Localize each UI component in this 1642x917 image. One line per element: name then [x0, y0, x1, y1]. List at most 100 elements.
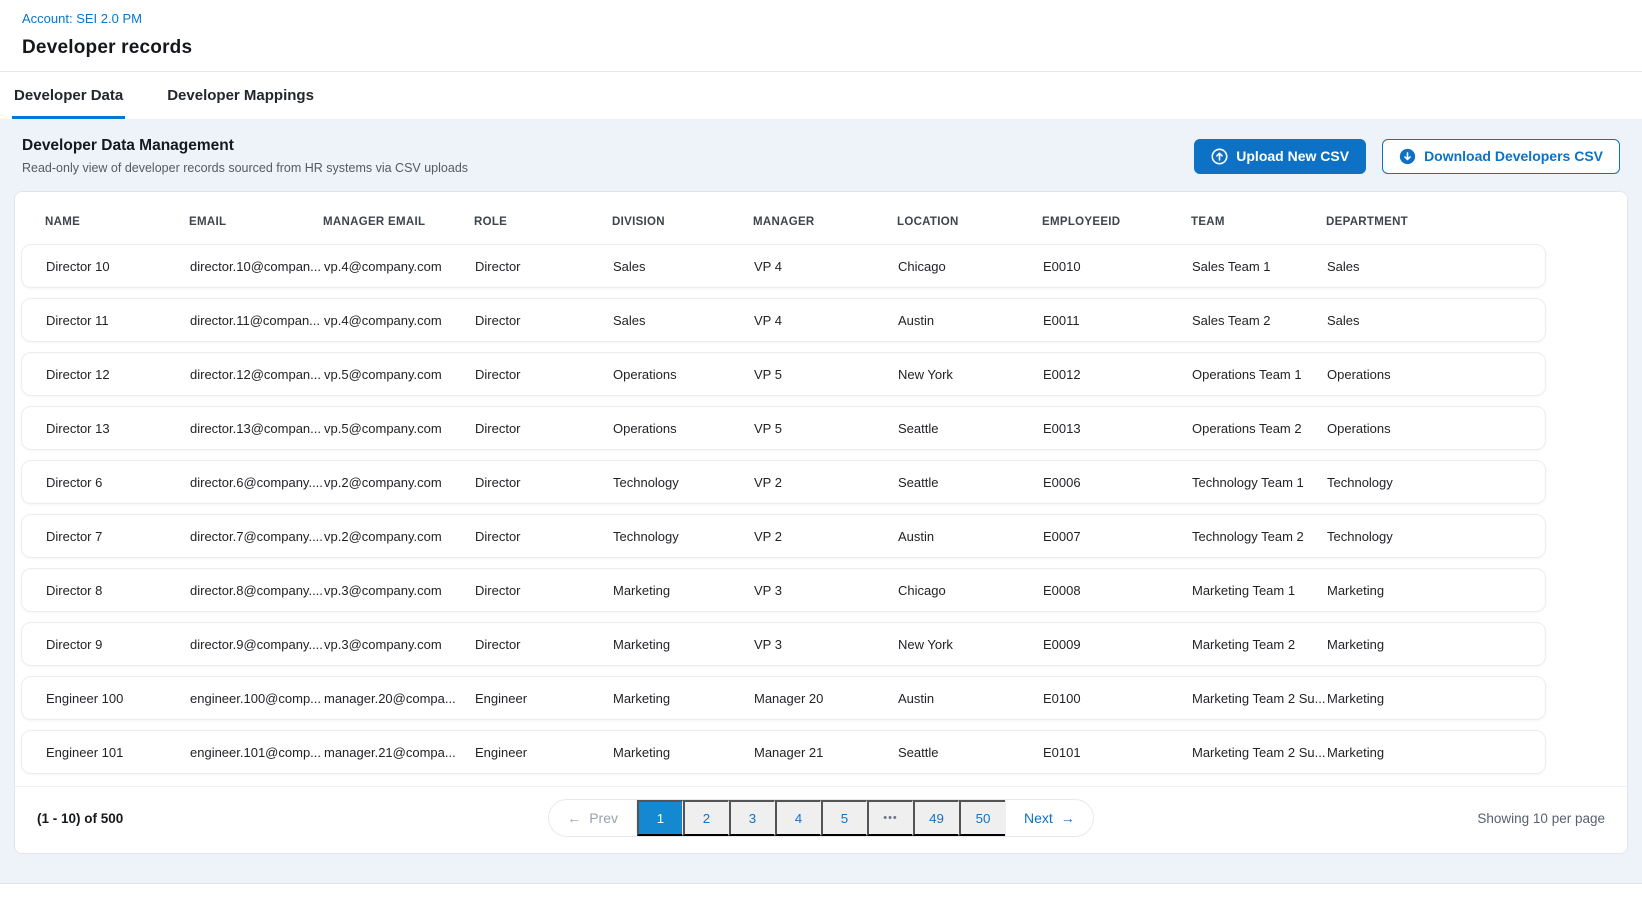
tab-developer-data[interactable]: Developer Data [12, 72, 125, 119]
account-breadcrumb-link[interactable]: Account: SEI 2.0 PM [22, 11, 142, 26]
table-cell: vp.2@company.com [324, 529, 475, 544]
upload-icon [1211, 148, 1228, 165]
table-row[interactable]: Director 7director.7@company....vp.2@com… [21, 514, 1546, 558]
table-cell: Director [475, 259, 613, 274]
table-cell: Marketing [1327, 583, 1545, 598]
table-cell: manager.20@compa... [324, 691, 475, 706]
table-cell: E0012 [1043, 367, 1192, 382]
table-cell: director.7@company.... [190, 529, 324, 544]
column-header: EMAIL [189, 216, 323, 228]
next-label: Next [1024, 810, 1053, 826]
table-cell: Marketing Team 2 Su... [1192, 745, 1327, 760]
table-cell: vp.3@company.com [324, 583, 475, 598]
page-header: Account: SEI 2.0 PM Developer records [0, 0, 1642, 71]
table-cell: Chicago [898, 583, 1043, 598]
table-cell: Manager 21 [754, 745, 898, 760]
page-title: Developer records [22, 37, 1620, 59]
table-row[interactable]: Director 11director.11@compan...vp.4@com… [21, 298, 1546, 342]
download-developers-csv-button[interactable]: Download Developers CSV [1382, 139, 1620, 174]
table-cell: Director 13 [46, 421, 190, 436]
table-cell: director.8@company.... [190, 583, 324, 598]
action-buttons: Upload New CSV Download Developers CSV [1194, 139, 1620, 174]
table-cell: Technology [1327, 475, 1545, 490]
page-button[interactable]: 5 [821, 800, 867, 836]
table-cell: Technology Team 2 [1192, 529, 1327, 544]
column-header: ROLE [474, 216, 612, 228]
table-row[interactable]: Engineer 100engineer.100@comp...manager.… [21, 676, 1546, 720]
table-row[interactable]: Director 13director.13@compan...vp.5@com… [21, 406, 1546, 450]
table-row[interactable]: Director 6director.6@company....vp.2@com… [21, 460, 1546, 504]
page-button[interactable]: 2 [683, 800, 729, 836]
table-cell: E0007 [1043, 529, 1192, 544]
table-cell: engineer.101@comp... [190, 745, 324, 760]
column-header: LOCATION [897, 216, 1042, 228]
tab-developer-mappings[interactable]: Developer Mappings [165, 72, 316, 119]
table-cell: Marketing [613, 583, 754, 598]
table-cell: Marketing [1327, 745, 1545, 760]
pagination-ellipsis[interactable]: ••• [867, 800, 913, 836]
table-cell: Director 12 [46, 367, 190, 382]
table-cell: Operations [1327, 421, 1545, 436]
table-cell: Engineer 101 [46, 745, 190, 760]
table-cell: Austin [898, 313, 1043, 328]
table-cell: Director 8 [46, 583, 190, 598]
table-cell: New York [898, 367, 1043, 382]
column-header: DEPARTMENT [1326, 216, 1627, 228]
table-cell: director.10@compan... [190, 259, 324, 274]
page-button[interactable]: 3 [729, 800, 775, 836]
table-cell: Operations [613, 367, 754, 382]
table-cell: Marketing [613, 691, 754, 706]
table-cell: Sales [613, 259, 754, 274]
pagination: ← Prev 12345•••4950 Next → [548, 799, 1094, 837]
table-cell: Technology Team 1 [1192, 475, 1327, 490]
table-cell: Engineer [475, 691, 613, 706]
arrow-left-icon: ← [567, 810, 581, 826]
table-cell: VP 2 [754, 529, 898, 544]
table-cell: Marketing Team 1 [1192, 583, 1327, 598]
table-cell: vp.3@company.com [324, 637, 475, 652]
showing-per-page-text: Showing 10 per page [1094, 811, 1605, 826]
table-cell: New York [898, 637, 1043, 652]
table-cell: Engineer [475, 745, 613, 760]
table-cell: Marketing [613, 637, 754, 652]
table-cell: VP 4 [754, 313, 898, 328]
table-body: Director 10director.10@compan...vp.4@com… [15, 244, 1627, 774]
pagination-range-text: (1 - 10) of 500 [37, 811, 548, 826]
table-cell: Operations Team 2 [1192, 421, 1327, 436]
page-button[interactable]: 50 [959, 800, 1005, 836]
page-button[interactable]: 1 [637, 800, 683, 836]
table-cell: Director 11 [46, 313, 190, 328]
table-row[interactable]: Director 12director.12@compan...vp.5@com… [21, 352, 1546, 396]
table-cell: Director [475, 637, 613, 652]
section-title: Developer Data Management [22, 137, 468, 155]
table-cell: Director 9 [46, 637, 190, 652]
developer-data-table: NAMEEMAILMANAGER EMAILROLEDIVISIONMANAGE… [14, 191, 1628, 854]
upload-new-csv-button[interactable]: Upload New CSV [1194, 139, 1366, 174]
table-cell: engineer.100@comp... [190, 691, 324, 706]
column-header: DIVISION [612, 216, 753, 228]
table-cell: Marketing [1327, 691, 1545, 706]
table-cell: Seattle [898, 421, 1043, 436]
next-page-button[interactable]: Next → [1006, 800, 1093, 836]
table-row[interactable]: Director 10director.10@compan...vp.4@com… [21, 244, 1546, 288]
table-row[interactable]: Engineer 101engineer.101@comp...manager.… [21, 730, 1546, 774]
table-cell: Sales Team 2 [1192, 313, 1327, 328]
tab-bar: Developer Data Developer Mappings [0, 72, 1642, 119]
table-cell: Technology [613, 529, 754, 544]
table-cell: Sales [1327, 259, 1545, 274]
table-cell: director.9@company.... [190, 637, 324, 652]
table-cell: Director [475, 421, 613, 436]
table-row[interactable]: Director 9director.9@company....vp.3@com… [21, 622, 1546, 666]
arrow-right-icon: → [1061, 810, 1075, 826]
table-row[interactable]: Director 8director.8@company....vp.3@com… [21, 568, 1546, 612]
page-button[interactable]: 4 [775, 800, 821, 836]
table-cell: VP 3 [754, 637, 898, 652]
table-cell: Operations Team 1 [1192, 367, 1327, 382]
table-cell: Seattle [898, 745, 1043, 760]
table-cell: VP 5 [754, 421, 898, 436]
table-cell: E0101 [1043, 745, 1192, 760]
table-cell: Sales [1327, 313, 1545, 328]
table-cell: Director [475, 583, 613, 598]
page-button[interactable]: 49 [913, 800, 959, 836]
prev-page-button[interactable]: ← Prev [549, 800, 637, 836]
